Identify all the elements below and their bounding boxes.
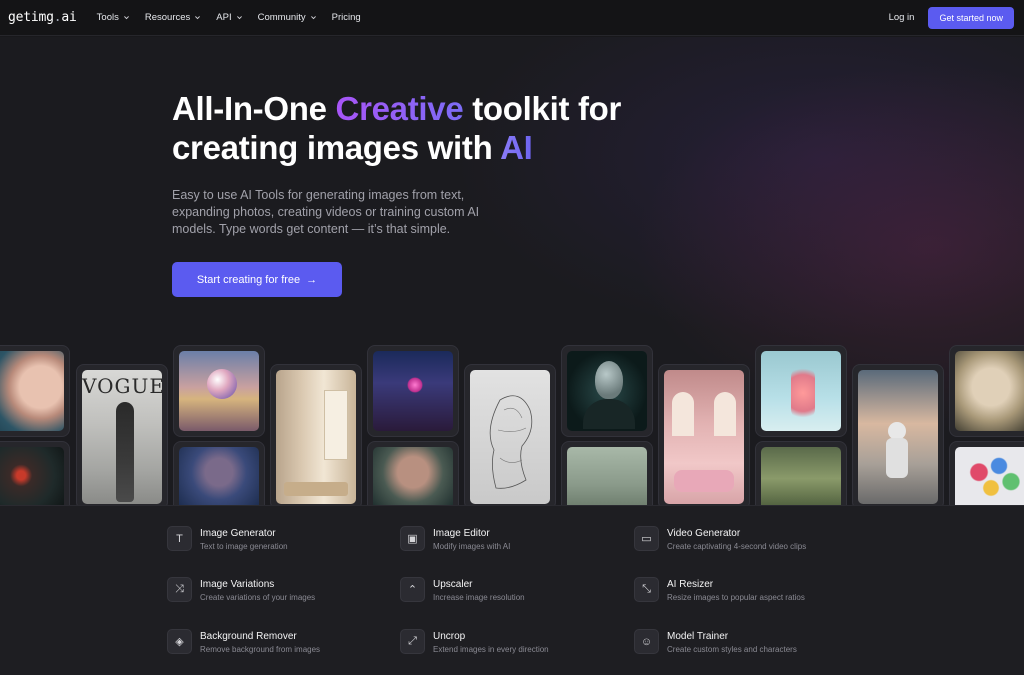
- feature-description: Modify images with AI: [433, 542, 511, 551]
- nav-item-api[interactable]: API: [216, 12, 242, 23]
- feature-description: Resize images to popular aspect ratios: [667, 593, 805, 602]
- image-gallery: VOGUE: [0, 37, 1024, 505]
- feature-title: Image Editor: [433, 528, 490, 539]
- gallery-image-cyber-girl: [173, 441, 265, 505]
- vogue-masthead: VOGUE: [82, 374, 162, 398]
- feature-description: Create captivating 4-second video clips: [667, 542, 807, 551]
- gallery-image-astronaut: [852, 364, 944, 505]
- video-camera-icon: ▭: [634, 526, 659, 551]
- nav-item-label: Community: [257, 12, 306, 23]
- nav-item-label: Pricing: [331, 12, 361, 23]
- image-edit-icon: ▣: [400, 526, 425, 551]
- feature-uncrop[interactable]: ⤢ Uncrop Extend images in every directio…: [400, 629, 549, 655]
- feature-title: Background Remover: [200, 631, 297, 642]
- logo[interactable]: getimg.ai: [8, 10, 77, 25]
- shuffle-icon: ⤨: [167, 577, 192, 602]
- nav-item-label: API: [216, 12, 232, 23]
- feature-upscaler[interactable]: ⌃ Upscaler Increase image resolution: [400, 577, 525, 603]
- gallery-image-greenhouse: [755, 441, 847, 505]
- feature-video-generator[interactable]: ▭ Video Generator Create captivating 4-s…: [634, 526, 806, 552]
- logo-text: getimg: [8, 10, 54, 25]
- feature-title: Image Variations: [200, 579, 275, 590]
- chevron-down-icon: [310, 16, 316, 20]
- feature-image-generator[interactable]: T Image Generator Text to image generati…: [167, 526, 288, 552]
- chevron-down-icon: [123, 16, 129, 20]
- text-icon: T: [167, 526, 192, 551]
- chevron-down-icon: [236, 16, 242, 20]
- nav-item-label: Tools: [96, 12, 119, 23]
- gallery-image-wooden-interior: [270, 364, 362, 505]
- get-started-button[interactable]: Get started now: [928, 6, 1014, 29]
- nav-item-pricing[interactable]: Pricing: [332, 12, 361, 23]
- resize-icon: ⤡: [634, 577, 659, 602]
- login-link[interactable]: Log in: [889, 12, 915, 23]
- nav-item-tools[interactable]: Tools: [97, 12, 130, 23]
- feature-image-variations[interactable]: ⤨ Image Variations Create variations of …: [167, 577, 315, 603]
- features-section: T Image Generator Text to image generati…: [0, 505, 1024, 675]
- nav-right: Log in Get started now: [889, 6, 1014, 29]
- gallery-image-balloons: [949, 441, 1024, 505]
- feature-description: Text to image generation: [200, 542, 288, 551]
- feature-background-remover[interactable]: ◈ Background Remover Remove background f…: [167, 629, 320, 655]
- feature-description: Extend images in every direction: [433, 645, 549, 654]
- feature-image-editor[interactable]: ▣ Image Editor Modify images with AI: [400, 526, 510, 552]
- face-icon: ☺: [634, 629, 659, 654]
- gallery-image-misty-figure: [561, 441, 653, 505]
- logo-suffix: ai: [61, 10, 77, 25]
- feature-model-trainer[interactable]: ☺ Model Trainer Create custom styles and…: [634, 629, 797, 655]
- chevrons-up-icon: ⌃: [400, 577, 425, 602]
- feature-description: Remove background from images: [200, 645, 321, 654]
- hero-section: All-In-One Creative toolkit for creating…: [0, 37, 1024, 505]
- nav-menu: Tools Resources API Community Pricing: [97, 12, 361, 23]
- chevron-down-icon: [195, 16, 201, 20]
- feature-description: Create custom styles and characters: [667, 645, 797, 654]
- gallery-image-crystal-sphere: [173, 345, 265, 437]
- expand-icon: ⤢: [400, 629, 425, 654]
- feature-title: Video Generator: [667, 528, 741, 539]
- feature-title: AI Resizer: [667, 579, 714, 590]
- nav-item-label: Resources: [144, 12, 191, 23]
- feature-title: Uncrop: [433, 631, 466, 642]
- gallery-image-green-face: [367, 441, 459, 505]
- feature-title: Model Trainer: [667, 631, 729, 642]
- gallery-image-vogue-cover: VOGUE: [76, 364, 168, 505]
- feature-title: Image Generator: [200, 528, 276, 539]
- nav-item-resources[interactable]: Resources: [145, 12, 201, 23]
- gallery-image-pink-room: [658, 364, 750, 505]
- gallery-image-red-glow-figure: [0, 441, 70, 505]
- layers-icon: ◈: [167, 629, 192, 654]
- gallery-image-woman-portrait: [0, 345, 70, 437]
- gallery-image-statue-woman: [949, 345, 1024, 437]
- top-navbar: getimg.ai Tools Resources API Community …: [0, 0, 1024, 36]
- gallery-image-glowing-dancer: [755, 345, 847, 437]
- nav-item-community[interactable]: Community: [258, 12, 317, 23]
- gallery-image-alien-head: [561, 345, 653, 437]
- feature-description: Increase image resolution: [433, 593, 525, 602]
- gallery-image-wireframe-head: [464, 364, 556, 505]
- feature-ai-resizer[interactable]: ⤡ AI Resizer Resize images to popular as…: [634, 577, 805, 603]
- feature-description: Create variations of your images: [200, 593, 316, 602]
- feature-title: Upscaler: [433, 579, 473, 590]
- gallery-image-neon-heart: [367, 345, 459, 437]
